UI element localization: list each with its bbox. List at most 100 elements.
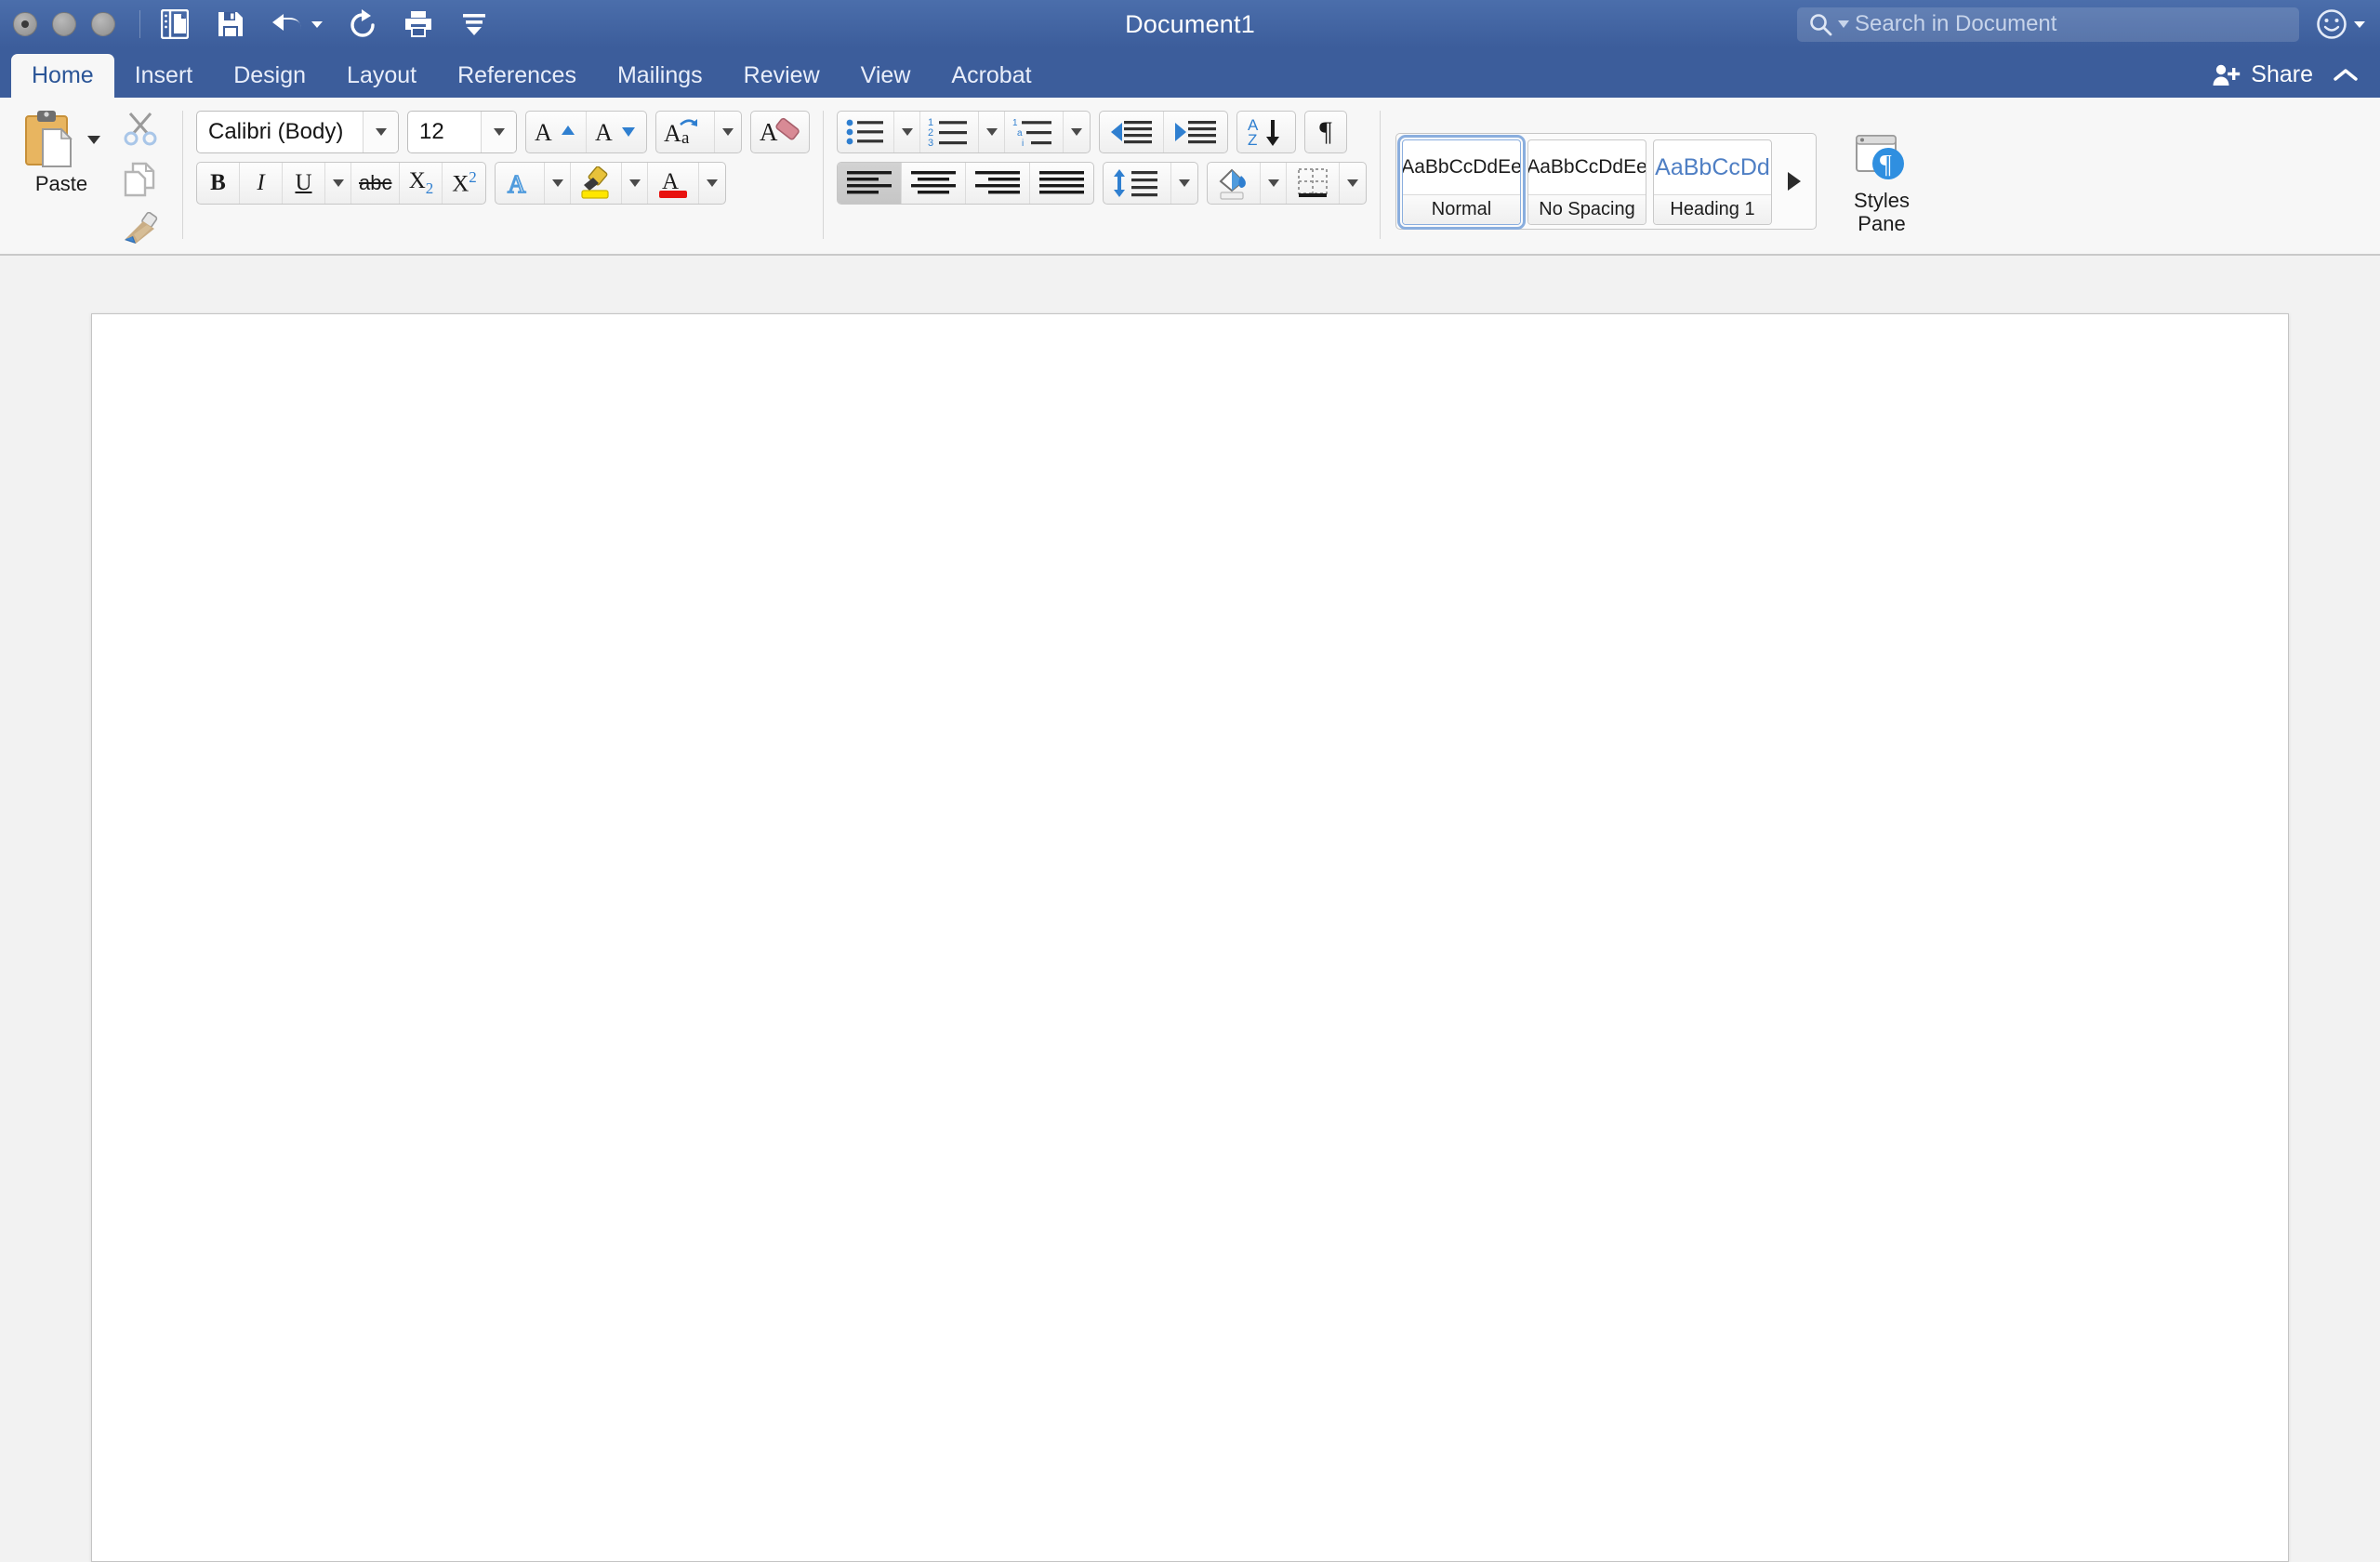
group-font: Calibri (Body) 12 A	[187, 103, 819, 250]
numbering-dropdown-button[interactable]	[979, 112, 1005, 152]
line-spacing-button[interactable]	[1104, 163, 1171, 204]
paintbrush-icon	[121, 212, 160, 247]
align-right-button[interactable]	[966, 163, 1030, 204]
line-spacing-dropdown-button[interactable]	[1171, 163, 1197, 204]
multilevel-list-dropdown-button[interactable]	[1064, 112, 1090, 152]
text-effects-button[interactable]: A	[496, 163, 545, 204]
text-effects-dropdown-button[interactable]	[545, 163, 571, 204]
new-document-icon[interactable]	[159, 6, 191, 43]
change-case-dropdown-button[interactable]	[715, 112, 741, 152]
tab-view[interactable]: View	[840, 54, 932, 98]
font-color-button[interactable]: A	[648, 163, 699, 204]
increase-indent-button[interactable]	[1164, 112, 1227, 152]
underline-dropdown-button[interactable]	[325, 163, 351, 204]
search-input[interactable]: Search in Document	[1797, 7, 2299, 42]
grow-font-button[interactable]: A	[526, 112, 587, 152]
highlight-dropdown-button[interactable]	[622, 163, 648, 204]
paste-dropdown-icon[interactable]	[87, 136, 100, 144]
style-heading-1[interactable]: AaBbCcDd Heading 1	[1653, 139, 1772, 225]
redo-icon[interactable]	[347, 6, 378, 43]
highlight-button[interactable]	[571, 163, 622, 204]
style-normal[interactable]: AaBbCcDdEe Normal	[1402, 139, 1521, 225]
undo-control[interactable]	[271, 6, 323, 43]
strikethrough-button[interactable]: abc	[351, 163, 400, 204]
styles-scroll-right-button[interactable]	[1778, 139, 1810, 223]
document-page[interactable]	[91, 313, 2289, 1562]
undo-dropdown-icon[interactable]	[311, 21, 323, 28]
zoom-window-button[interactable]	[91, 12, 115, 36]
copy-button[interactable]	[116, 159, 165, 200]
tab-review[interactable]: Review	[723, 54, 840, 98]
borders-button[interactable]	[1287, 163, 1340, 204]
font-row-2: B I U abc X2	[196, 162, 810, 205]
undo-icon[interactable]	[271, 6, 304, 43]
svg-text:A: A	[595, 119, 613, 146]
tab-layout[interactable]: Layout	[326, 54, 437, 98]
group-clipboard: Paste	[0, 103, 178, 250]
subscript-button[interactable]: X2	[400, 163, 443, 204]
justify-button[interactable]	[1030, 163, 1093, 204]
customize-toolbar-icon[interactable]	[458, 6, 490, 43]
align-center-button[interactable]	[902, 163, 966, 204]
styles-pane-button[interactable]: ¶ Styles Pane	[1830, 126, 1934, 235]
font-rows: Calibri (Body) 12 A	[196, 103, 810, 205]
shrink-font-button[interactable]: A	[587, 112, 646, 152]
chevron-down-icon	[1268, 179, 1279, 187]
styles-pane-icon: ¶	[1853, 132, 1911, 186]
bold-button[interactable]: B	[197, 163, 240, 204]
paste-control[interactable]: Paste	[11, 103, 112, 196]
bullets-button[interactable]	[838, 112, 894, 152]
text-effects-icon: A	[503, 168, 536, 198]
italic-button[interactable]: I	[240, 163, 283, 204]
sort-icon: A Z	[1246, 116, 1287, 148]
multilevel-list-button[interactable]: 1 a i	[1005, 112, 1064, 152]
pilcrow-icon: ¶	[1319, 116, 1332, 148]
style-no-spacing[interactable]: AaBbCcDdEe No Spacing	[1527, 139, 1646, 225]
save-icon[interactable]	[215, 6, 246, 43]
tab-insert[interactable]: Insert	[114, 54, 214, 98]
feedback-dropdown-icon[interactable]	[2354, 21, 2365, 28]
font-color-icon: A	[655, 166, 691, 200]
show-formatting-marks-button[interactable]: ¶	[1304, 111, 1347, 153]
font-size-combo[interactable]: 12	[407, 111, 517, 153]
shading-dropdown-button[interactable]	[1261, 163, 1287, 204]
underline-button[interactable]: U	[283, 163, 325, 204]
clear-formatting-button[interactable]: A	[750, 111, 810, 153]
font-size-dropdown-button[interactable]	[481, 112, 516, 152]
superscript-button[interactable]: X2	[443, 163, 485, 204]
font-row-1: Calibri (Body) 12 A	[196, 111, 810, 153]
tab-home[interactable]: Home	[11, 54, 114, 98]
align-right-icon	[973, 169, 1022, 197]
decrease-indent-button[interactable]	[1100, 112, 1164, 152]
style-preview: AaBbCcDd	[1654, 140, 1771, 194]
feedback-control[interactable]	[2316, 8, 2365, 40]
share-button[interactable]: Share	[2212, 61, 2313, 88]
superscript-label: X2	[452, 168, 477, 197]
clipboard-paste-icon[interactable]	[22, 109, 82, 170]
tab-acrobat[interactable]: Acrobat	[931, 54, 1051, 98]
tab-mailings[interactable]: Mailings	[597, 54, 723, 98]
collapse-ribbon-button[interactable]	[2332, 66, 2360, 85]
italic-label: I	[257, 170, 264, 196]
font-color-dropdown-button[interactable]	[699, 163, 725, 204]
font-name-dropdown-button[interactable]	[363, 112, 398, 152]
bullets-icon	[845, 117, 886, 147]
smiley-icon[interactable]	[2316, 8, 2347, 40]
borders-dropdown-button[interactable]	[1340, 163, 1366, 204]
numbering-button[interactable]: 1 2 3	[920, 112, 979, 152]
tab-design[interactable]: Design	[213, 54, 326, 98]
bullets-dropdown-button[interactable]	[894, 112, 920, 152]
minimize-window-button[interactable]	[52, 12, 76, 36]
shading-button[interactable]	[1208, 163, 1261, 204]
tab-references[interactable]: References	[437, 54, 597, 98]
print-icon[interactable]	[403, 6, 434, 43]
format-painter-button[interactable]	[116, 209, 165, 250]
traffic-lights	[0, 12, 115, 36]
sort-button[interactable]: A Z	[1236, 111, 1296, 153]
align-left-button[interactable]	[838, 163, 902, 204]
cut-button[interactable]	[116, 109, 165, 150]
change-case-button[interactable]: A a	[656, 112, 715, 152]
close-window-button[interactable]	[13, 12, 37, 36]
font-name-combo[interactable]: Calibri (Body)	[196, 111, 399, 153]
search-options-icon[interactable]	[1838, 20, 1849, 28]
